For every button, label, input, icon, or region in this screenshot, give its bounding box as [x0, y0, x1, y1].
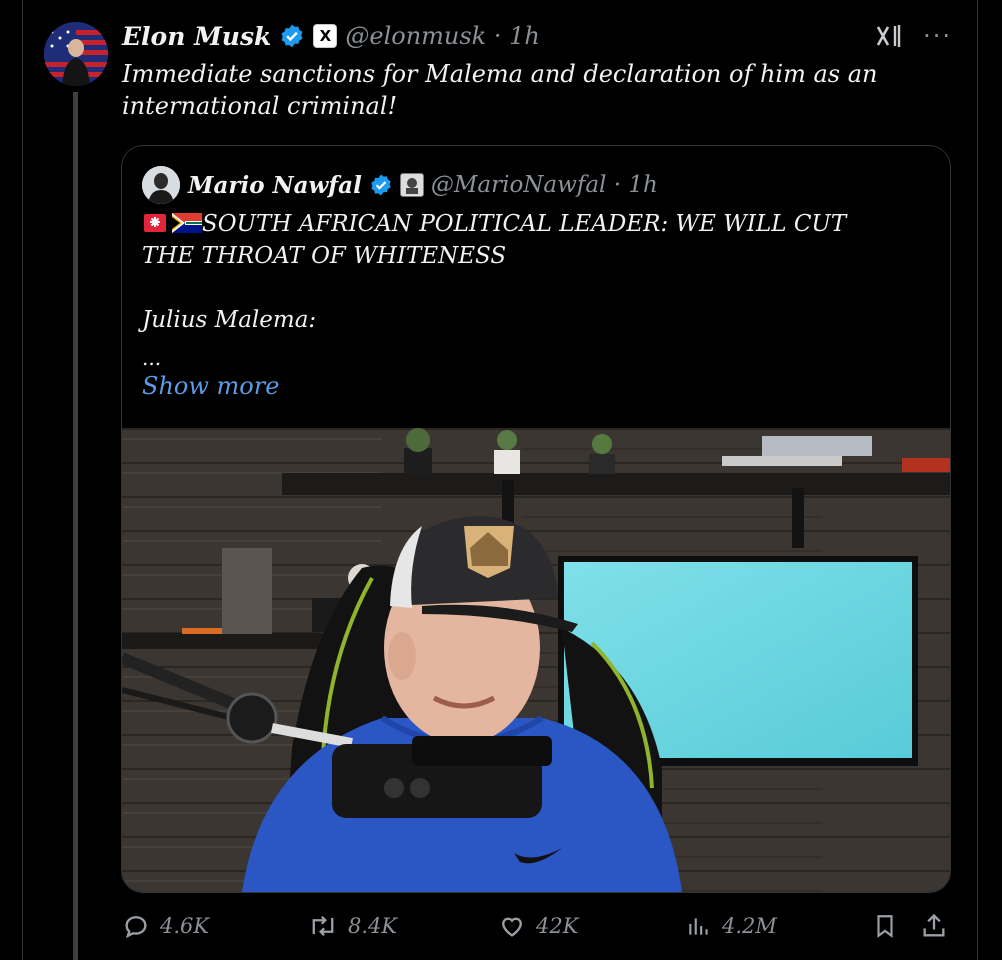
views-button[interactable]: 4.2M — [686, 906, 777, 946]
tweet-top-actions: ··· — [875, 22, 952, 50]
truncation-ellipsis: ... — [142, 346, 162, 370]
share-button[interactable] — [920, 906, 948, 946]
reply-button[interactable]: 4.6K — [122, 906, 209, 946]
tweet-header: Elon Musk X @elonmusk · 1h — [122, 18, 540, 54]
quoted-video[interactable] — [122, 428, 950, 892]
repost-count: 8.4K — [348, 914, 398, 938]
quoted-tweet-header: Mario Nawfal @MarioNawfal · 1h — [188, 166, 658, 204]
more-options-button[interactable]: ··· — [923, 22, 952, 50]
views-count: 4.2M — [722, 914, 777, 938]
thread-line — [73, 92, 78, 960]
quoted-author-avatar[interactable] — [142, 166, 180, 204]
tweet-text: Immediate sanctions for Malema and decla… — [122, 60, 878, 120]
verified-badge-icon — [279, 23, 305, 49]
headline-line-1-text: SOUTH AFRICAN POLITICAL LEADER: WE WILL … — [202, 211, 847, 237]
bookmark-button[interactable] — [872, 906, 898, 946]
headline-line-1: SOUTH AFRICAN POLITICAL LEADER: WE WILL … — [142, 208, 932, 240]
repost-button[interactable]: 8.4K — [308, 906, 397, 946]
handle-and-time[interactable]: @elonmusk · 1h — [345, 22, 539, 50]
quoted-tweet-text: SOUTH AFRICAN POLITICAL LEADER: WE WILL … — [142, 208, 932, 402]
bookmark-icon — [872, 912, 898, 940]
show-more-link[interactable]: Show more — [142, 370, 932, 402]
author-name[interactable]: Elon Musk — [122, 22, 271, 51]
share-icon — [920, 912, 948, 940]
repost-icon — [308, 912, 338, 940]
siren-emoji-icon — [142, 210, 168, 232]
like-count: 42K — [536, 914, 579, 938]
heart-icon — [498, 912, 526, 940]
video-frame — [122, 428, 950, 892]
speaker-line: Julius Malema: — [142, 307, 317, 333]
quoted-author-name[interactable]: Mario Nawfal — [188, 172, 362, 199]
reply-icon — [122, 912, 150, 940]
like-button[interactable]: 42K — [498, 906, 578, 946]
tweet-action-bar: 4.6K 8.4K 42K 4.2M — [122, 906, 952, 946]
verified-badge-icon — [369, 173, 393, 197]
affiliate-badge-icon — [399, 173, 424, 197]
headline-line-2: THE THROAT OF WHITENESS — [142, 243, 507, 269]
author-avatar[interactable] — [44, 22, 108, 86]
grok-icon[interactable] — [875, 22, 903, 50]
south-africa-flag-icon — [172, 210, 202, 233]
views-chart-icon — [686, 912, 712, 940]
quoted-handle-and-time[interactable]: @MarioNawfal · 1h — [431, 172, 658, 198]
x-affiliate-badge: X — [313, 24, 338, 48]
quoted-tweet[interactable]: Mario Nawfal @MarioNawfal · 1h SOUTH AFR… — [121, 145, 951, 893]
reply-count: 4.6K — [160, 914, 210, 938]
